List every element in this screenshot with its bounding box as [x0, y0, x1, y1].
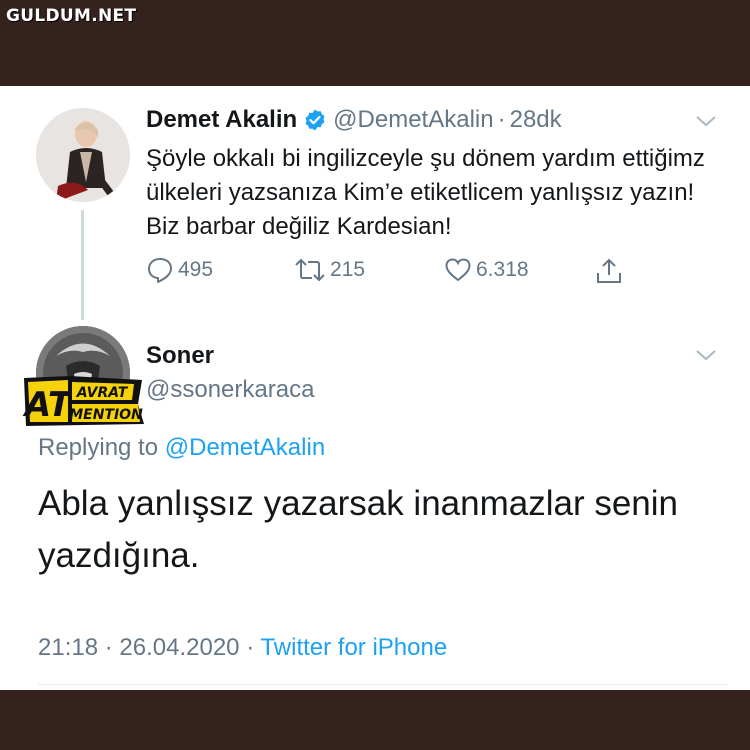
tweet-text: Şöyle okkalı bi ingilizceyle şu dönem ya… [146, 145, 705, 240]
reply-action[interactable]: 495 [146, 256, 213, 284]
site-watermark: GULDUM.NET [6, 6, 137, 26]
separator-dot: · [497, 106, 506, 133]
author-handle[interactable]: @DemetAkalin [333, 106, 493, 134]
meta-separator-2: · [246, 634, 255, 661]
avatar-photo [36, 108, 130, 202]
at-mention-sticker: AT AVRAT MENTION [22, 376, 144, 426]
replying-to: Replying to @DemetAkalin [38, 434, 325, 462]
reply-time[interactable]: 21:18 [38, 634, 98, 661]
tweet-source-link[interactable]: Twitter for iPhone [260, 634, 447, 661]
bottom-frame [0, 690, 750, 750]
chevron-down-icon[interactable] [694, 114, 718, 128]
sticker-at: AT [22, 385, 74, 425]
share-action[interactable] [594, 256, 628, 286]
reply-author-name[interactable]: Soner [146, 342, 214, 370]
tweet-header: Demet Akalin @DemetAkalin · 28dk [146, 106, 562, 134]
retweet-action[interactable]: 215 [294, 256, 365, 284]
heart-icon [445, 258, 471, 282]
retweet-icon [295, 258, 325, 282]
thread-line [81, 210, 84, 320]
reply-text: Abla yanlışsız yazarsak inanmazlar senin… [38, 484, 679, 575]
tweet-meta: 21:18 · 26.04.2020 · Twitter for iPhone [38, 634, 447, 662]
avatar[interactable] [36, 108, 130, 202]
verified-badge-icon [303, 108, 327, 132]
sticker-bottom: MENTION [69, 407, 143, 423]
replying-label: Replying to [38, 434, 159, 461]
reply-count: 495 [178, 258, 214, 281]
sticker-top: AVRAT [76, 385, 129, 401]
tweet-card: Demet Akalin @DemetAkalin · 28dk Şöyle o… [0, 86, 750, 690]
reply-bubble-icon [148, 258, 172, 283]
reply-author-handle[interactable]: @ssonerkaraca [146, 376, 314, 404]
author-name[interactable]: Demet Akalin [146, 106, 297, 134]
retweet-count: 215 [330, 258, 366, 281]
reply-chevron-down-icon[interactable] [694, 348, 718, 362]
replying-mention-link[interactable]: @DemetAkalin [165, 434, 325, 461]
reply-date[interactable]: 26.04.2020 [119, 634, 239, 661]
share-icon [597, 258, 621, 283]
like-action[interactable]: 6.318 [444, 256, 529, 284]
top-frame: GULDUM.NET [0, 0, 750, 86]
divider [38, 684, 728, 685]
tweet-time[interactable]: 28dk [510, 106, 562, 134]
meta-separator: · [104, 634, 113, 661]
like-count: 6.318 [476, 258, 529, 281]
